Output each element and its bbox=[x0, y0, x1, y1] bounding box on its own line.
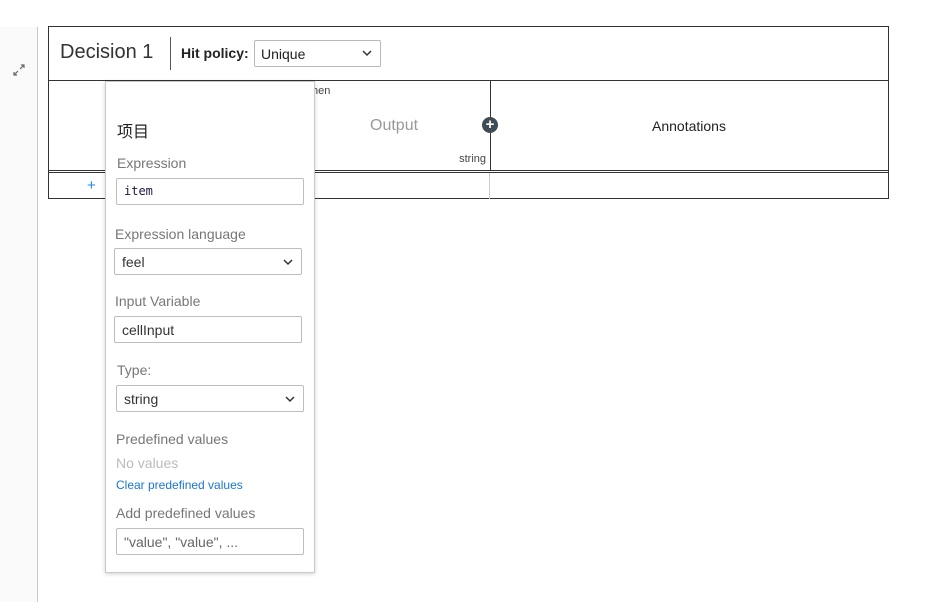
row-divider bbox=[489, 173, 490, 199]
add-predefined-values-input[interactable]: "value", "value", ... bbox=[116, 528, 304, 555]
decision-name[interactable]: Decision 1 bbox=[60, 41, 153, 64]
predefined-values-label: Predefined values bbox=[116, 431, 229, 447]
clear-predefined-values-link[interactable]: Clear predefined values bbox=[116, 478, 243, 492]
output-label[interactable]: Output bbox=[370, 117, 418, 135]
expression-language-value: feel bbox=[122, 254, 145, 270]
add-predefined-values-placeholder: "value", "value", ... bbox=[124, 534, 239, 550]
add-row-button[interactable]: + bbox=[87, 177, 96, 194]
expression-language-label: Expression language bbox=[115, 226, 246, 242]
annotations-header: Annotations bbox=[652, 118, 726, 134]
header-divider bbox=[170, 37, 171, 70]
type-select[interactable]: string bbox=[116, 385, 304, 412]
output-type-label: string bbox=[459, 153, 486, 165]
chevron-down-icon bbox=[362, 50, 372, 57]
type-label: Type: bbox=[117, 362, 152, 378]
input-variable-value: cellInput bbox=[122, 322, 175, 338]
plus-circle-icon: + bbox=[485, 116, 495, 133]
type-value: string bbox=[124, 391, 159, 407]
left-panel-strip bbox=[0, 27, 38, 602]
expression-value: item bbox=[124, 184, 153, 198]
index-column-header bbox=[49, 80, 106, 170]
popup-title: 项目 bbox=[117, 124, 150, 141]
decision-header: Decision 1 Hit policy: Unique bbox=[49, 27, 888, 81]
input-variable-input[interactable]: cellInput bbox=[114, 316, 302, 343]
add-predefined-values-label: Add predefined values bbox=[116, 505, 256, 521]
chevron-down-icon bbox=[285, 396, 295, 403]
expression-input[interactable]: item bbox=[116, 178, 304, 205]
add-column-button[interactable]: + bbox=[482, 117, 498, 133]
no-values-text: No values bbox=[116, 455, 179, 471]
collapse-arrows-icon[interactable] bbox=[12, 63, 26, 77]
chevron-down-icon bbox=[283, 259, 293, 266]
hit-policy-select[interactable]: Unique bbox=[254, 40, 381, 67]
output-edit-popup: 项目 Expression item Expression language f… bbox=[105, 81, 315, 573]
hit-policy-value: Unique bbox=[261, 46, 306, 62]
expression-label: Expression bbox=[117, 155, 187, 171]
input-variable-label: Input Variable bbox=[115, 293, 201, 309]
hit-policy-label: Hit policy: bbox=[181, 45, 249, 61]
expression-language-select[interactable]: feel bbox=[114, 248, 302, 275]
